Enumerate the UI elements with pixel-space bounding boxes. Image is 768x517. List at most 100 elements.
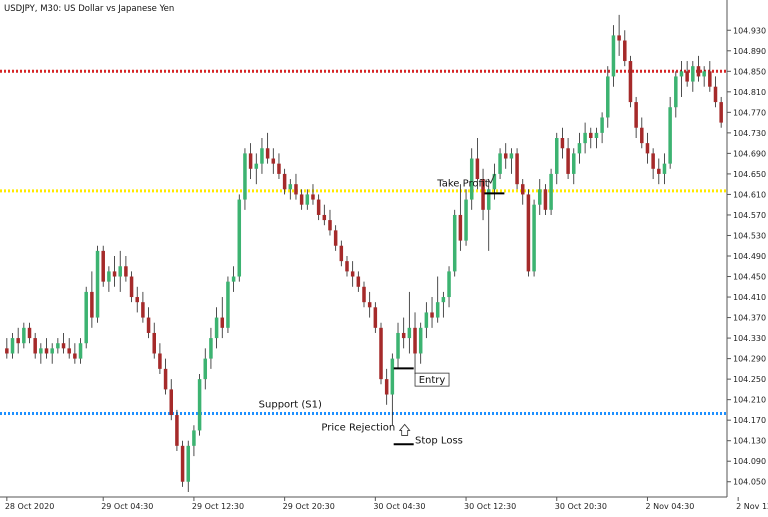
x-tick-label: 29 Oct 04:30 (101, 502, 153, 511)
bear-candle-body (379, 327, 383, 380)
bear-candle-body (430, 312, 434, 318)
x-tick-label: 30 Oct 12:30 (464, 502, 516, 511)
bull-candle-body (84, 291, 88, 344)
y-tick-label: 104.570 (733, 211, 766, 220)
bear-candle-body (141, 302, 145, 318)
bull-candle-body (95, 250, 100, 318)
bull-candle-body (288, 184, 293, 190)
y-tick-label: 104.530 (733, 231, 766, 240)
bear-candle-body (73, 353, 77, 359)
bear-candle-body (634, 102, 638, 128)
x-tick-label: 2 Nov 12:30 (736, 502, 768, 511)
bull-candle-body (209, 338, 213, 359)
bear-candle-body (265, 148, 270, 159)
bear-candle-body (373, 307, 378, 328)
bear-candle-body (282, 173, 287, 190)
bear-candle-body (566, 148, 570, 174)
y-tick-label: 104.210 (733, 396, 766, 405)
candle (95, 245, 100, 323)
bull-candle-body (226, 281, 230, 328)
bear-candle-body (129, 276, 134, 298)
bear-candle-body (16, 338, 20, 344)
candle (549, 168, 553, 215)
bear-candle-body (175, 415, 179, 446)
bull-candle-body (674, 76, 678, 108)
price-axis: 104.930 104.890 104.850 104.810 104.770 104.7… (727, 26, 766, 487)
bull-candle-body (554, 138, 559, 174)
bear-candle-body (180, 445, 185, 482)
bull-candle-body (600, 117, 604, 133)
bull-candle-body (407, 327, 412, 339)
bear-candle-body (248, 153, 253, 169)
bear-candle-body (101, 250, 105, 282)
bear-candle-body (112, 271, 117, 277)
candle (180, 440, 185, 487)
bull-candle-body (594, 132, 599, 138)
bear-candle-body (458, 214, 463, 241)
y-tick-label: 104.490 (733, 252, 766, 261)
bull-candle-body (186, 445, 191, 482)
bear-candle-body (124, 266, 128, 277)
y-tick-label: 104.930 (733, 26, 766, 35)
bull-candle-body (509, 153, 514, 159)
bull-candle-body (78, 343, 83, 359)
annotation-stop-loss: Stop Loss (415, 435, 463, 446)
bear-candle-body (719, 102, 723, 123)
y-tick-label: 104.130 (733, 437, 766, 446)
candle (226, 276, 230, 333)
bear-candle-body (475, 158, 480, 180)
candle (628, 55, 633, 108)
y-tick-label: 104.090 (733, 457, 766, 466)
y-tick-label: 104.810 (733, 88, 766, 97)
bear-candle-body (384, 379, 389, 395)
bull-candle-body (452, 214, 457, 272)
bear-candle-body (328, 220, 332, 231)
bear-candle-body (685, 71, 689, 82)
bull-candle-body (418, 327, 423, 354)
candle (101, 245, 105, 287)
bear-candle-body (294, 184, 298, 195)
bear-candle-body (299, 194, 304, 205)
bull-candle-body (10, 338, 15, 354)
bear-candle-body (560, 138, 565, 149)
y-tick-label: 104.850 (733, 67, 766, 76)
y-tick-label: 104.410 (733, 293, 766, 302)
bull-candle-body (498, 153, 502, 174)
bear-candle-body (696, 66, 701, 77)
bear-candle-body (356, 276, 361, 287)
y-tick-label: 104.050 (733, 478, 766, 487)
bull-candle-body (197, 379, 202, 431)
y-tick-label: 104.770 (733, 108, 766, 117)
x-tick-label: 29 Oct 20:30 (283, 502, 335, 511)
bull-candle-body (118, 266, 122, 277)
bear-candle-body (135, 297, 139, 303)
bull-candle-body (492, 173, 497, 190)
bear-candle-body (33, 338, 37, 354)
bear-candle-body (333, 230, 338, 246)
bear-candle-body (322, 214, 327, 221)
bear-candle-body (5, 348, 9, 354)
bear-candle-body (90, 291, 94, 318)
bull-candle-body (39, 348, 43, 354)
bear-candle-body (640, 127, 644, 144)
bear-candle-body (651, 153, 655, 169)
bear-candle-body (61, 343, 66, 349)
bull-candle-body (107, 271, 111, 282)
candle (532, 199, 536, 277)
candle (237, 194, 242, 282)
bull-candle-body (396, 332, 400, 359)
bull-candle-body (532, 204, 536, 272)
bull-candle-body (549, 173, 553, 210)
bull-candle-body (572, 153, 576, 174)
bull-candle-body (214, 317, 219, 339)
bear-candle-body (617, 35, 621, 41)
bear-candle-body (628, 61, 633, 103)
bear-candle-body (152, 332, 156, 354)
x-tick-label: 30 Oct 04:30 (373, 502, 425, 511)
bull-candle-body (611, 35, 616, 77)
x-tick-label: 28 Oct 2020 (5, 502, 54, 511)
bull-candle-body (679, 71, 684, 77)
candle (515, 148, 519, 190)
bull-candle-body (390, 358, 395, 395)
bear-candle-body (515, 153, 519, 185)
